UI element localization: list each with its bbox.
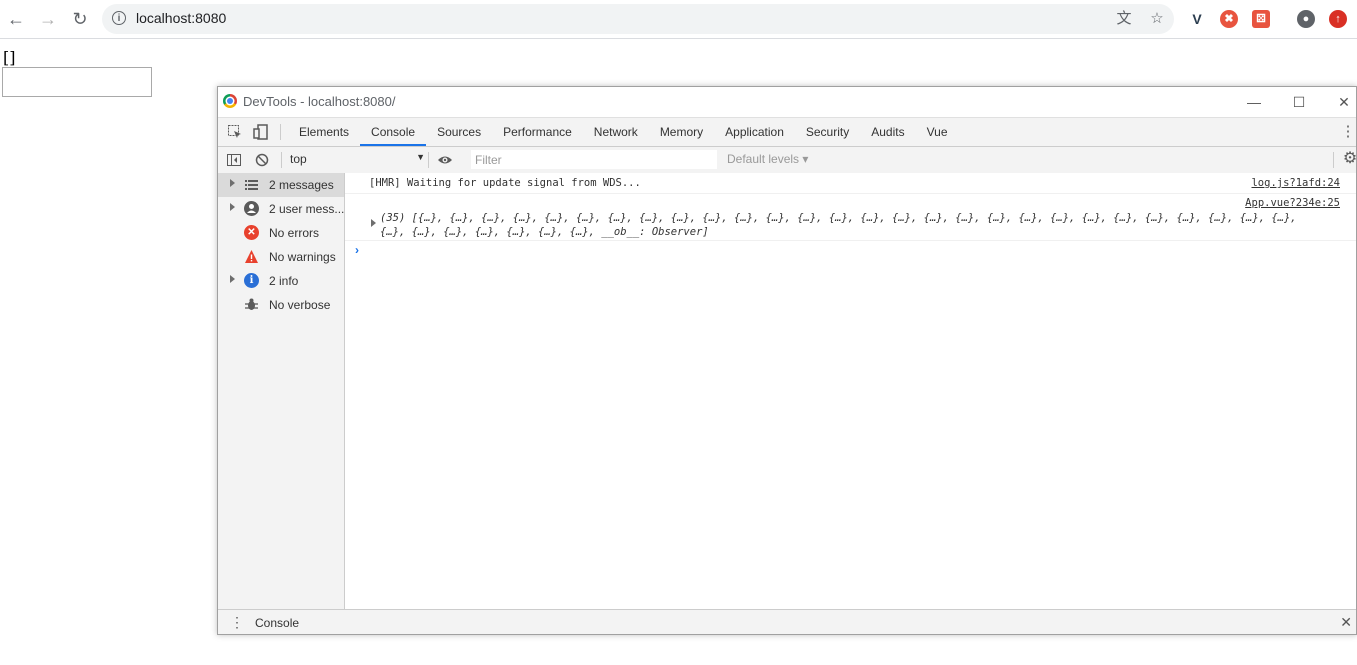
bug-icon [244,297,259,312]
forward-button[interactable]: → [37,8,59,30]
sidebar-item-label: No warnings [269,250,336,264]
tab-separator [280,124,281,140]
toolbar-separator [1333,152,1334,168]
console-object-preview-line1[interactable]: (35) [{…}, {…}, {…}, {…}, {…}, {…}, {…},… [380,212,1297,224]
back-button[interactable]: ← [5,8,27,30]
url-text[interactable]: localhost:8080 [136,10,226,26]
page-text-input[interactable] [2,67,152,97]
eye-icon[interactable] [437,152,453,168]
drawer-tab-console[interactable]: Console [246,610,308,634]
console-object-preview-line2[interactable]: {…}, {…}, {…}, {…}, {…}, {…}, {…}, __ob_… [380,226,709,238]
sidebar-item-messages[interactable]: 2 messages [218,173,344,197]
expand-triangle-icon[interactable] [230,203,235,211]
toolbar-separator [281,152,282,168]
more-options-icon[interactable]: ⋮ [1340,124,1356,140]
context-selector[interactable]: top ▼ [290,152,425,168]
console-source-link[interactable]: App.vue?234e:25 [1245,197,1340,209]
sidebar-item-verbose[interactable]: No verbose [218,293,344,317]
window-close-button[interactable]: ✕ [1334,92,1354,112]
reload-icon: ↻ [72,9,88,29]
back-arrow-icon: ← [7,9,25,29]
devtools-window-title: DevTools - localhost:8080/ [243,94,396,109]
tab-network[interactable]: Network [583,118,649,146]
console-message: [HMR] Waiting for update signal from WDS… [345,173,1356,194]
profile-avatar-icon[interactable]: ● [1297,10,1315,28]
tab-sources[interactable]: Sources [426,118,492,146]
filter-input[interactable] [471,150,717,169]
forward-arrow-icon: → [39,9,57,29]
console-sidebar: 2 messages 2 user mess... ✕ No errors No… [218,173,345,609]
chrome-logo-icon [223,94,237,108]
sidebar-toggle-icon[interactable] [226,152,242,168]
site-info-icon[interactable]: i [112,11,126,25]
drawer-menu-icon[interactable]: ⋮ [230,614,244,630]
toolbar-separator [428,152,429,168]
sidebar-item-errors[interactable]: ✕ No errors [218,221,344,245]
tab-memory[interactable]: Memory [649,118,714,146]
page-output-text: [] [3,48,16,67]
list-icon [244,177,259,192]
devtools-tabs: Elements Console Sources Performance Net… [288,118,959,146]
sidebar-item-user-messages[interactable]: 2 user mess... [218,197,344,221]
red-dice-extension-icon[interactable]: ⚄ [1252,10,1270,28]
device-toolbar-icon[interactable] [253,124,269,140]
minimize-button[interactable]: — [1244,92,1264,112]
console-toolbar: top ▼ Default levels ▾ ⚙ [218,147,1356,174]
console-message: App.vue?234e:25 (35) [{…}, {…}, {…}, {…}… [345,194,1356,241]
devtools-tab-bar: Elements Console Sources Performance Net… [218,118,1356,147]
address-bar[interactable]: i localhost:8080 文 ☆ [102,4,1174,34]
inspect-element-icon[interactable] [227,124,243,140]
sidebar-item-label: 2 messages [269,178,334,192]
drawer-close-icon[interactable]: ✕ [1340,614,1352,631]
expand-object-triangle-icon[interactable] [371,219,376,227]
tab-elements[interactable]: Elements [288,118,360,146]
tab-vue[interactable]: Vue [916,118,959,146]
reload-button[interactable]: ↻ [69,8,91,30]
browser-toolbar: ← → ↻ i localhost:8080 文 ☆ V ✖ ⚄ ● ↑ [0,0,1357,39]
sidebar-item-info[interactable]: i 2 info [218,269,344,293]
console-source-link[interactable]: log.js?1afd:24 [1251,177,1340,189]
red-x-extension-icon[interactable]: ✖ [1220,10,1238,28]
user-icon [244,201,259,216]
update-arrow-icon[interactable]: ↑ [1329,10,1347,28]
sidebar-item-label: No verbose [269,298,331,312]
tab-performance[interactable]: Performance [492,118,583,146]
context-value: top [290,152,307,166]
chevron-down-icon: ▼ [416,152,425,162]
sidebar-item-label: 2 info [269,274,299,288]
tab-security[interactable]: Security [795,118,860,146]
maximize-button[interactable]: ☐ [1289,92,1309,112]
expand-triangle-icon[interactable] [230,275,235,283]
info-icon: i [244,273,259,288]
tab-application[interactable]: Application [714,118,795,146]
vue-devtools-icon[interactable]: V [1188,10,1206,28]
console-drawer: ⋮ Console ✕ [218,609,1356,634]
tab-audits[interactable]: Audits [860,118,915,146]
tab-console[interactable]: Console [360,118,427,146]
sidebar-item-label: No errors [269,226,320,240]
log-levels-dropdown[interactable]: Default levels ▾ [727,152,808,166]
devtools-title-bar[interactable]: DevTools - localhost:8080/ — ☐ ✕ [218,87,1356,118]
translate-icon[interactable]: 文 [1115,10,1133,28]
devtools-window: DevTools - localhost:8080/ — ☐ ✕ Element… [217,86,1357,635]
console-messages-panel[interactable]: [HMR] Waiting for update signal from WDS… [345,173,1356,609]
bookmark-star-icon[interactable]: ☆ [1148,10,1166,28]
warning-icon [244,249,259,264]
sidebar-item-label: 2 user mess... [269,202,345,216]
console-message-text: [HMR] Waiting for update signal from WDS… [369,177,641,189]
expand-triangle-icon[interactable] [230,179,235,187]
settings-gear-icon[interactable]: ⚙ [1342,151,1356,167]
clear-console-icon[interactable] [254,152,270,168]
sidebar-item-warnings[interactable]: No warnings [218,245,344,269]
console-prompt-icon[interactable]: › [355,243,359,257]
error-icon: ✕ [244,225,259,240]
